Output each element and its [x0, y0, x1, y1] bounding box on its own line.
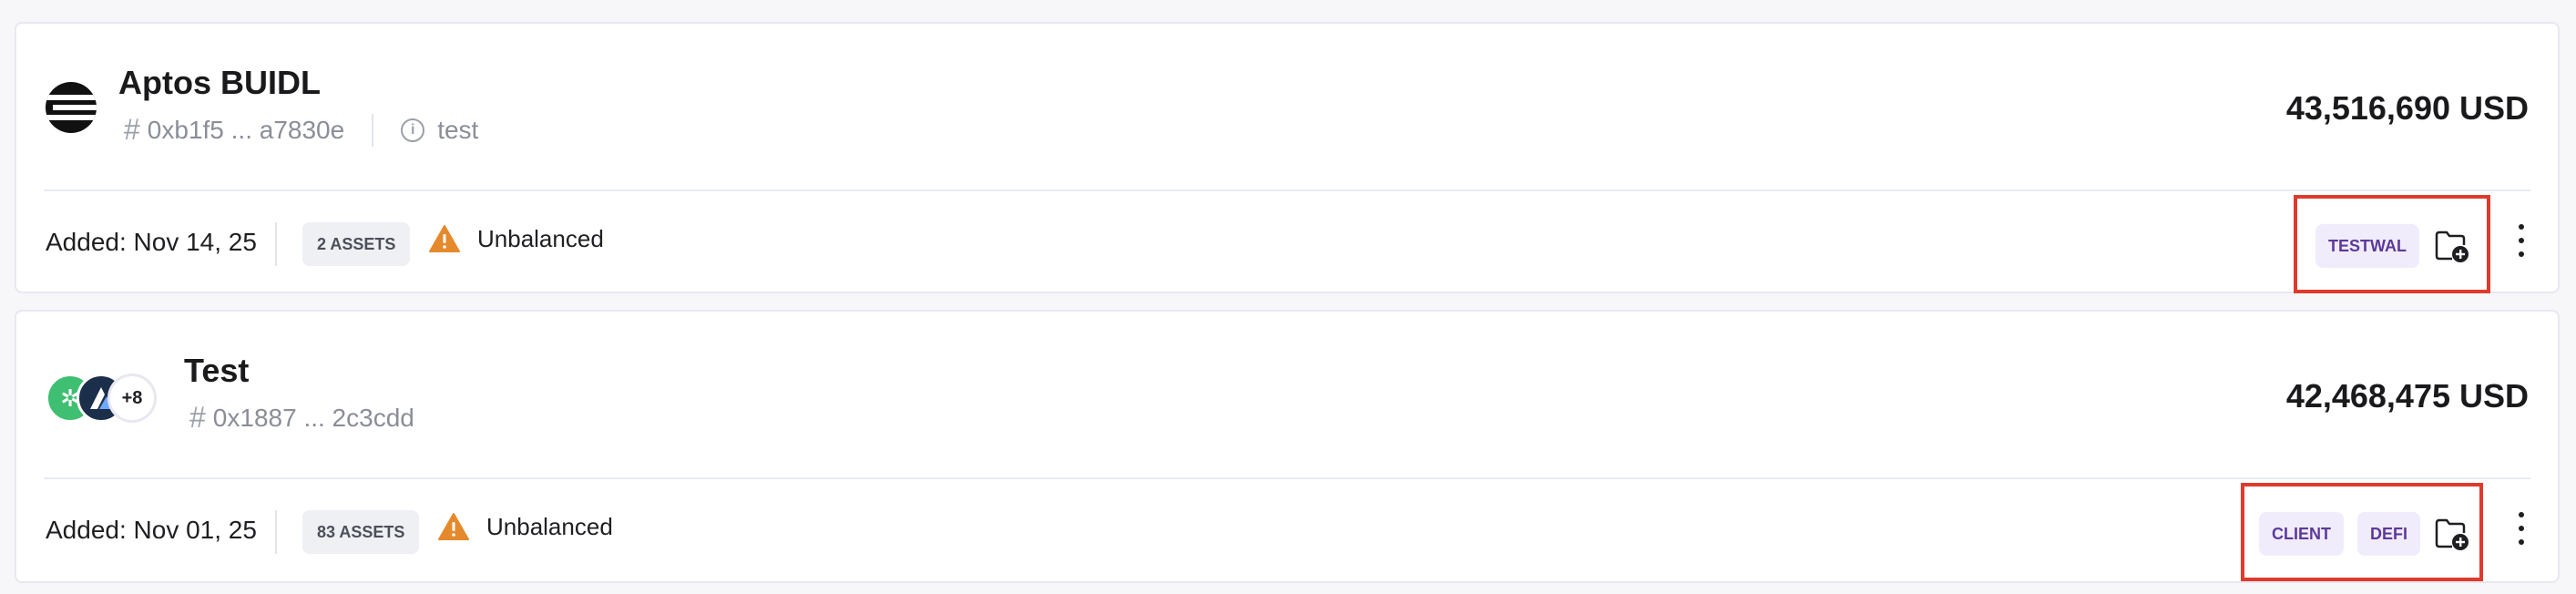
wallet-address[interactable]: 0x1887 ... 2c3cdd — [213, 404, 414, 433]
wallet-meta: # 0x1887 ... 2c3cdd — [189, 401, 414, 435]
footer-divider — [275, 222, 277, 266]
add-to-folder-button[interactable] — [2432, 514, 2472, 554]
folder-add-icon — [2435, 518, 2469, 550]
wallet-balance: 43,516,690 USD — [2285, 89, 2529, 127]
wallet-card-header: ✲ +8 Test # 0x1887 ... 2c3cdd 42,468,475… — [16, 312, 2558, 477]
tag-defi[interactable]: DEFI — [2357, 512, 2421, 556]
wallet-card-footer: Added: Nov 01, 25 83 ASSETS Unbalanced C… — [16, 479, 2558, 581]
more-vertical-icon[interactable] — [2510, 512, 2532, 545]
wallet-card[interactable]: ✲ +8 Test # 0x1887 ... 2c3cdd 42,468,475… — [15, 310, 2560, 583]
wallet-balance: 42,468,475 USD — [2285, 377, 2529, 415]
status-text: Unbalanced — [477, 224, 604, 252]
wallet-address[interactable]: 0xb1f5 ... a7830e — [148, 116, 344, 145]
tag-client[interactable]: CLIENT — [2259, 512, 2344, 556]
hash-icon: # — [124, 113, 140, 146]
footer-divider — [275, 510, 277, 554]
wallet-card-footer: Added: Nov 14, 25 2 ASSETS Unbalanced TE… — [16, 191, 2558, 293]
wallet-card-header: Aptos BUIDL # 0xb1f5 ... a7830e i test 4… — [16, 24, 2558, 189]
add-to-folder-button[interactable] — [2432, 226, 2472, 266]
meta-divider — [372, 113, 374, 147]
wallet-card[interactable]: Aptos BUIDL # 0xb1f5 ... a7830e i test 4… — [15, 22, 2560, 293]
wallet-name[interactable]: Aptos BUIDL — [118, 64, 321, 102]
tag-testwal[interactable]: TESTWAL — [2315, 224, 2419, 268]
assets-badge: 2 ASSETS — [302, 222, 411, 266]
wallet-name[interactable]: Test — [184, 352, 249, 390]
info-icon: i — [401, 118, 425, 142]
folder-add-icon — [2435, 230, 2469, 262]
added-date: Added: Nov 01, 25 — [46, 516, 257, 544]
asset-logos: ✲ +8 — [46, 374, 173, 423]
wallet-note: test — [437, 115, 479, 144]
tags-highlight: TESTWAL — [2294, 195, 2490, 293]
added-date: Added: Nov 14, 25 — [46, 228, 257, 256]
assets-badge: 83 ASSETS — [302, 510, 420, 554]
hash-icon: # — [189, 401, 206, 434]
aptos-logo-icon — [46, 82, 97, 133]
status-indicator: Unbalanced — [428, 224, 604, 253]
more-assets-count: +8 — [107, 374, 157, 423]
warning-icon — [438, 513, 469, 540]
status-text: Unbalanced — [486, 512, 613, 540]
wallet-meta: # 0xb1f5 ... a7830e i test — [124, 113, 478, 147]
status-indicator: Unbalanced — [437, 512, 613, 541]
warning-icon — [429, 225, 460, 252]
tags-highlight: CLIENT DEFI — [2241, 483, 2483, 581]
more-vertical-icon[interactable] — [2510, 224, 2532, 257]
